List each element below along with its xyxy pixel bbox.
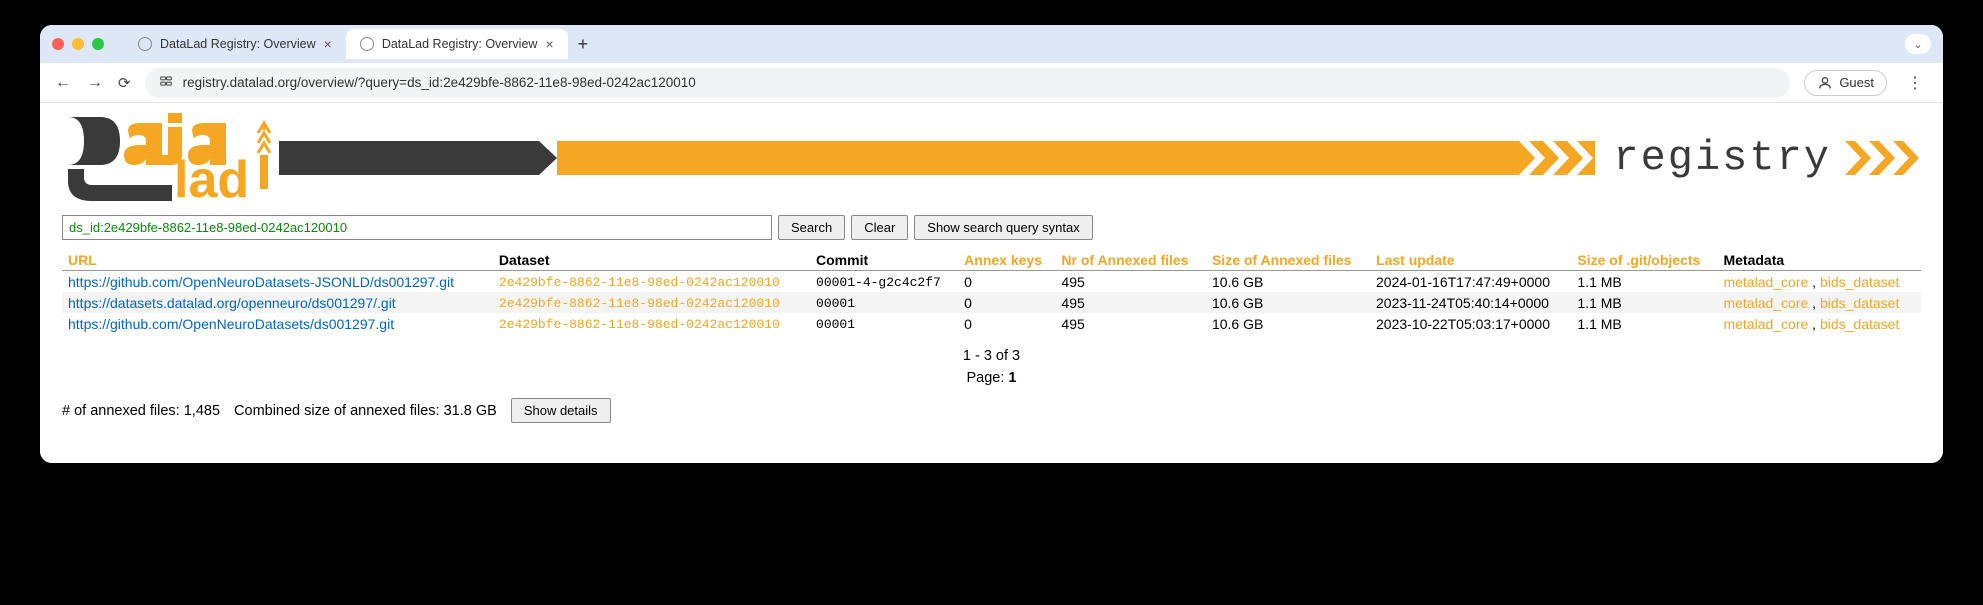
annexed-files-label: # of annexed files: — [62, 403, 184, 419]
show-details-button[interactable]: Show details — [511, 398, 611, 423]
combined-size-value: 31.8 GB — [444, 403, 497, 419]
site-settings-icon[interactable] — [159, 74, 173, 91]
browser-window: DataLad Registry: Overview × DataLad Reg… — [40, 25, 1943, 463]
url-text: registry.datalad.org/overview/?query=ds_… — [183, 75, 696, 90]
tab-strip: DataLad Registry: Overview × DataLad Reg… — [124, 29, 598, 59]
search-button[interactable]: Search — [778, 215, 845, 240]
col-url[interactable]: URL — [62, 250, 493, 271]
address-bar[interactable]: registry.datalad.org/overview/?query=ds_… — [145, 68, 1791, 98]
browser-menu-button[interactable]: ⋮ — [1901, 73, 1929, 93]
clear-button[interactable]: Clear — [851, 215, 908, 240]
col-annex-keys[interactable]: Annex keys — [958, 250, 1055, 271]
back-button[interactable]: ← — [54, 74, 72, 92]
search-row: Search Clear Show search query syntax — [62, 215, 1921, 240]
forward-button[interactable]: → — [86, 74, 104, 92]
chevrons-icon — [1523, 141, 1595, 175]
annex-keys: 0 — [958, 271, 1055, 293]
browser-toolbar: ← → ⟳ registry.datalad.org/overview/?que… — [40, 63, 1943, 103]
nr-annexed: 495 — [1055, 292, 1206, 313]
url-link[interactable]: https://github.com/OpenNeuroDatasets/ds0… — [68, 316, 394, 332]
result-range: 1 - 3 of 3 — [62, 348, 1921, 364]
col-size-annexed[interactable]: Size of Annexed files — [1206, 250, 1370, 271]
annex-keys: 0 — [958, 313, 1055, 334]
close-tab-icon[interactable]: × — [324, 36, 332, 52]
combined-size-label: Combined size of annexed files: — [234, 403, 444, 419]
registry-heading: registry — [1595, 134, 1849, 182]
titlebar: DataLad Registry: Overview × DataLad Reg… — [40, 25, 1943, 63]
col-nr-annexed[interactable]: Nr of Annexed files — [1055, 250, 1206, 271]
page-label: Page: — [967, 370, 1009, 386]
new-tab-button[interactable]: + — [568, 34, 599, 55]
dataset-link[interactable]: 2e429bfe-8862-11e8-98ed-0242ac120010 — [499, 275, 780, 290]
col-metadata: Metadata — [1717, 250, 1921, 271]
logo-bar: registry — [279, 141, 1921, 175]
close-window-button[interactable] — [52, 38, 64, 50]
reload-button[interactable]: ⟳ — [118, 74, 131, 92]
url-link[interactable]: https://github.com/OpenNeuroDatasets-JSO… — [68, 274, 454, 290]
last-update: 2024-01-16T17:47:49+0000 — [1370, 271, 1571, 293]
last-update: 2023-10-22T05:03:17+0000 — [1370, 313, 1571, 334]
svg-text:lad: lad — [174, 151, 249, 203]
meta-link[interactable]: bids_dataset — [1820, 274, 1899, 290]
git-size: 1.1 MB — [1571, 292, 1717, 313]
meta-link[interactable]: metalad_core — [1723, 316, 1808, 332]
url-link[interactable]: https://datasets.datalad.org/openneuro/d… — [68, 295, 396, 311]
minimize-window-button[interactable] — [72, 38, 84, 50]
size-annexed: 10.6 GB — [1206, 271, 1370, 293]
globe-icon — [138, 37, 152, 51]
globe-icon — [360, 37, 374, 51]
tab-1[interactable]: DataLad Registry: Overview × — [346, 29, 568, 59]
annex-keys: 0 — [958, 292, 1055, 313]
maximize-window-button[interactable] — [92, 38, 104, 50]
col-last-update[interactable]: Last update — [1370, 250, 1571, 271]
git-size: 1.1 MB — [1571, 313, 1717, 334]
close-tab-icon[interactable]: × — [545, 36, 553, 52]
window-controls — [52, 38, 104, 50]
col-git-size[interactable]: Size of .git/objects — [1571, 250, 1717, 271]
tab-title: DataLad Registry: Overview — [382, 37, 538, 51]
meta-link[interactable]: metalad_core — [1723, 295, 1808, 311]
dataset-link[interactable]: 2e429bfe-8862-11e8-98ed-0242ac120010 — [499, 317, 780, 332]
site-logo-banner: lad registry — [62, 113, 1921, 203]
nr-annexed: 495 — [1055, 313, 1206, 334]
search-input[interactable] — [62, 215, 772, 240]
datalad-logo: lad — [62, 113, 280, 203]
nr-annexed: 495 — [1055, 271, 1206, 293]
size-annexed: 10.6 GB — [1206, 313, 1370, 334]
git-size: 1.1 MB — [1571, 271, 1717, 293]
tab-title: DataLad Registry: Overview — [160, 37, 316, 51]
last-update: 2023-11-24T05:40:14+0000 — [1370, 292, 1571, 313]
dataset-link[interactable]: 2e429bfe-8862-11e8-98ed-0242ac120010 — [499, 296, 780, 311]
stats-row: # of annexed files: 1,485 Combined size … — [62, 398, 1921, 423]
meta-link[interactable]: bids_dataset — [1820, 295, 1899, 311]
commit-text: 00001 — [816, 317, 855, 332]
results-table: URL Dataset Commit Annex keys Nr of Anne… — [62, 250, 1921, 334]
col-dataset: Dataset — [493, 250, 810, 271]
user-icon — [1817, 75, 1833, 91]
profile-label: Guest — [1839, 75, 1874, 90]
table-row: https://github.com/OpenNeuroDatasets/ds0… — [62, 313, 1921, 334]
syntax-button[interactable]: Show search query syntax — [914, 215, 1092, 240]
tab-0[interactable]: DataLad Registry: Overview × — [124, 29, 346, 59]
pagination: 1 - 3 of 3 Page: 1 — [62, 348, 1921, 386]
page-content: lad registry — [40, 103, 1943, 463]
chevrons-icon — [1849, 141, 1921, 175]
current-page: 1 — [1008, 370, 1016, 386]
meta-link[interactable]: bids_dataset — [1820, 316, 1899, 332]
commit-text: 00001-4-g2c4c2f7 — [816, 275, 941, 290]
col-commit: Commit — [810, 250, 958, 271]
table-row: https://datasets.datalad.org/openneuro/d… — [62, 292, 1921, 313]
size-annexed: 10.6 GB — [1206, 292, 1370, 313]
meta-link[interactable]: metalad_core — [1723, 274, 1808, 290]
table-row: https://github.com/OpenNeuroDatasets-JSO… — [62, 271, 1921, 293]
profile-button[interactable]: Guest — [1804, 70, 1887, 96]
annexed-files-value: 1,485 — [184, 403, 220, 419]
commit-text: 00001 — [816, 296, 855, 311]
tab-overflow-button[interactable]: ⌄ — [1905, 34, 1931, 54]
